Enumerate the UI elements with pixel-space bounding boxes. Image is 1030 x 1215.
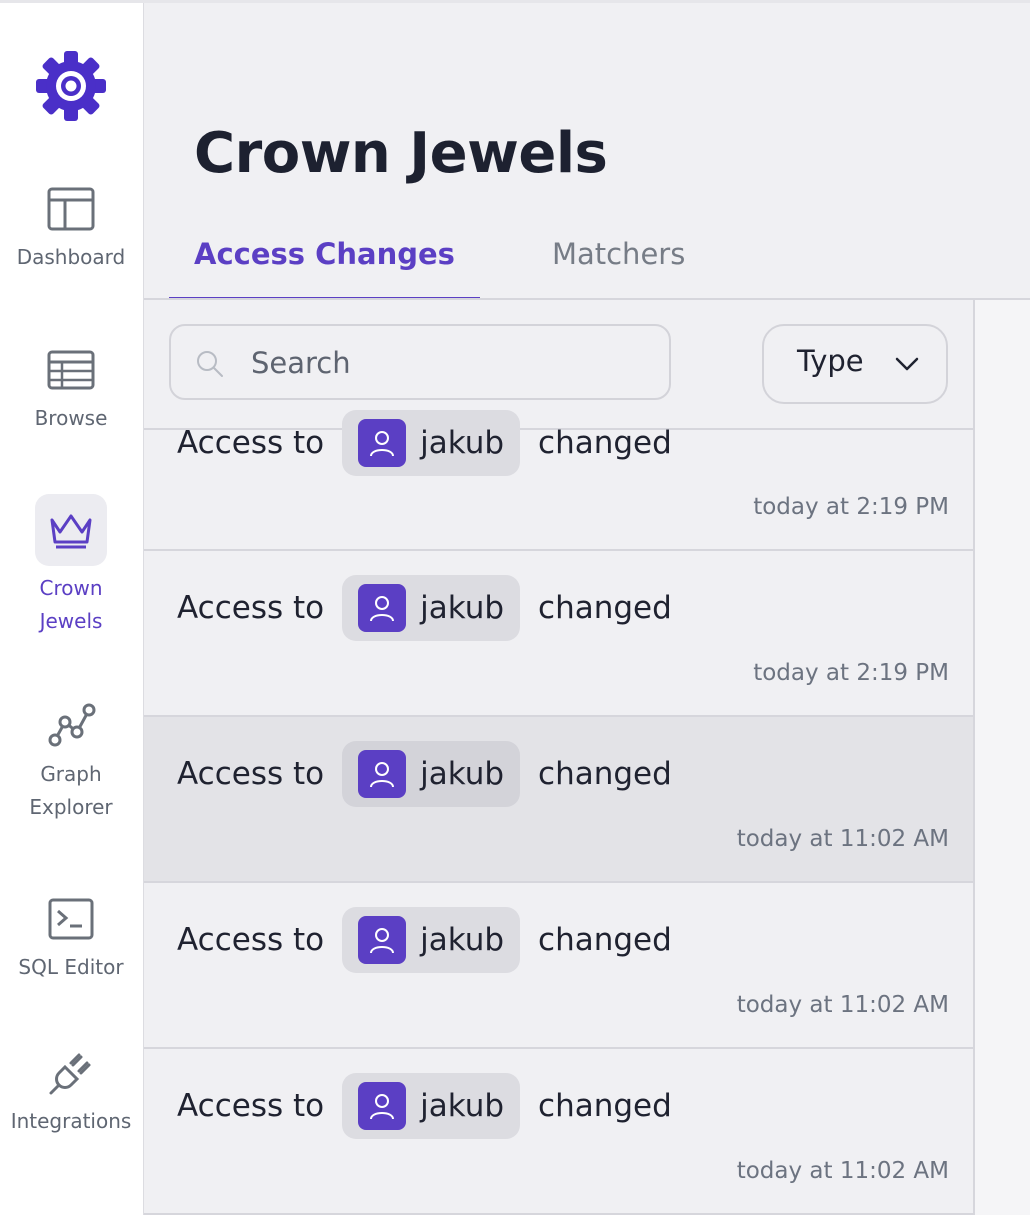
row-timestamp: today at 11:02 AM xyxy=(736,826,949,852)
row-prefix: Access to xyxy=(177,756,325,792)
access-change-list: Access to jakub changed today at 2:19 PM… xyxy=(144,410,973,1215)
user-icon xyxy=(358,584,407,632)
row-suffix: changed xyxy=(538,425,672,461)
detail-pane-edge xyxy=(975,300,1030,1215)
sidebar-item-dashboard[interactable]: Dashboard xyxy=(0,183,142,274)
user-icon xyxy=(358,419,407,467)
row-timestamp: today at 11:02 AM xyxy=(736,1158,949,1184)
sidebar-item-graph-explorer[interactable]: Graph Explorer xyxy=(0,700,142,824)
sidebar-item-sql-editor[interactable]: SQL Editor xyxy=(0,893,142,984)
tab-matchers[interactable]: Matchers xyxy=(527,231,710,297)
sidebar-item-label: Graph Explorer xyxy=(29,762,113,819)
row-timestamp: today at 2:19 PM xyxy=(753,494,949,520)
search-box[interactable] xyxy=(169,324,671,400)
row-suffix: changed xyxy=(538,922,672,958)
terminal-icon xyxy=(45,893,97,945)
sidebar-item-integrations[interactable]: Integrations xyxy=(0,1047,142,1138)
row-timestamp: today at 2:19 PM xyxy=(753,660,949,686)
sidebar: Dashboard Browse Crown Jewels Graph Expl… xyxy=(0,3,142,1215)
user-name: jakub xyxy=(420,425,505,461)
user-icon xyxy=(358,750,407,798)
search-input[interactable] xyxy=(249,338,653,388)
user-chip[interactable]: jakub xyxy=(342,907,521,973)
sidebar-item-browse[interactable]: Browse xyxy=(0,344,142,435)
plug-icon xyxy=(45,1047,97,1099)
user-name: jakub xyxy=(420,756,505,792)
row-suffix: changed xyxy=(538,1088,672,1124)
row-prefix: Access to xyxy=(177,590,325,626)
row-timestamp: today at 11:02 AM xyxy=(736,992,949,1018)
sidebar-item-label: Crown Jewels xyxy=(39,576,103,633)
sidebar-item-label: SQL Editor xyxy=(18,955,124,979)
row-prefix: Access to xyxy=(177,425,325,461)
user-chip[interactable]: jakub xyxy=(342,575,521,641)
row-prefix: Access to xyxy=(177,1088,325,1124)
user-chip[interactable]: jakub xyxy=(342,741,521,807)
user-icon xyxy=(358,1082,407,1130)
logo-gear-icon[interactable] xyxy=(34,49,108,123)
tab-access-changes[interactable]: Access Changes xyxy=(169,231,480,301)
type-filter-dropdown[interactable]: Type xyxy=(762,324,948,404)
list-item[interactable]: Access to jakub changed today at 11:02 A… xyxy=(144,1049,973,1215)
table-icon xyxy=(45,344,97,396)
sidebar-item-label: Dashboard xyxy=(16,245,126,269)
type-filter-label: Type xyxy=(797,344,864,378)
row-suffix: changed xyxy=(538,756,672,792)
user-chip[interactable]: jakub xyxy=(342,1073,521,1139)
main-content: Crown Jewels Access Changes Matchers Typ… xyxy=(143,3,1030,1215)
sidebar-item-label: Browse xyxy=(34,406,108,430)
crown-icon xyxy=(45,504,97,556)
access-changes-panel: Type Access to jakub changed today at 2:… xyxy=(144,300,975,1215)
user-name: jakub xyxy=(420,590,505,626)
list-item[interactable]: Access to jakub changed today at 11:02 A… xyxy=(144,717,973,883)
sidebar-item-crown-jewels[interactable]: Crown Jewels xyxy=(0,494,142,638)
graph-icon xyxy=(45,700,97,752)
list-item[interactable]: Access to jakub changed today at 2:19 PM xyxy=(144,410,973,551)
user-name: jakub xyxy=(420,1088,505,1124)
sidebar-item-label: Integrations xyxy=(10,1109,132,1133)
user-chip[interactable]: jakub xyxy=(342,410,521,476)
chevron-down-icon xyxy=(895,357,919,371)
active-indicator xyxy=(35,494,107,566)
page-title: Crown Jewels xyxy=(194,121,608,186)
row-prefix: Access to xyxy=(177,922,325,958)
user-name: jakub xyxy=(420,922,505,958)
tab-bar: Access Changes Matchers xyxy=(169,231,710,301)
list-item[interactable]: Access to jakub changed today at 2:19 PM xyxy=(144,551,973,717)
dashboard-icon xyxy=(45,183,97,235)
list-item[interactable]: Access to jakub changed today at 11:02 A… xyxy=(144,883,973,1049)
user-icon xyxy=(358,916,407,964)
row-suffix: changed xyxy=(538,590,672,626)
search-icon xyxy=(197,351,223,377)
